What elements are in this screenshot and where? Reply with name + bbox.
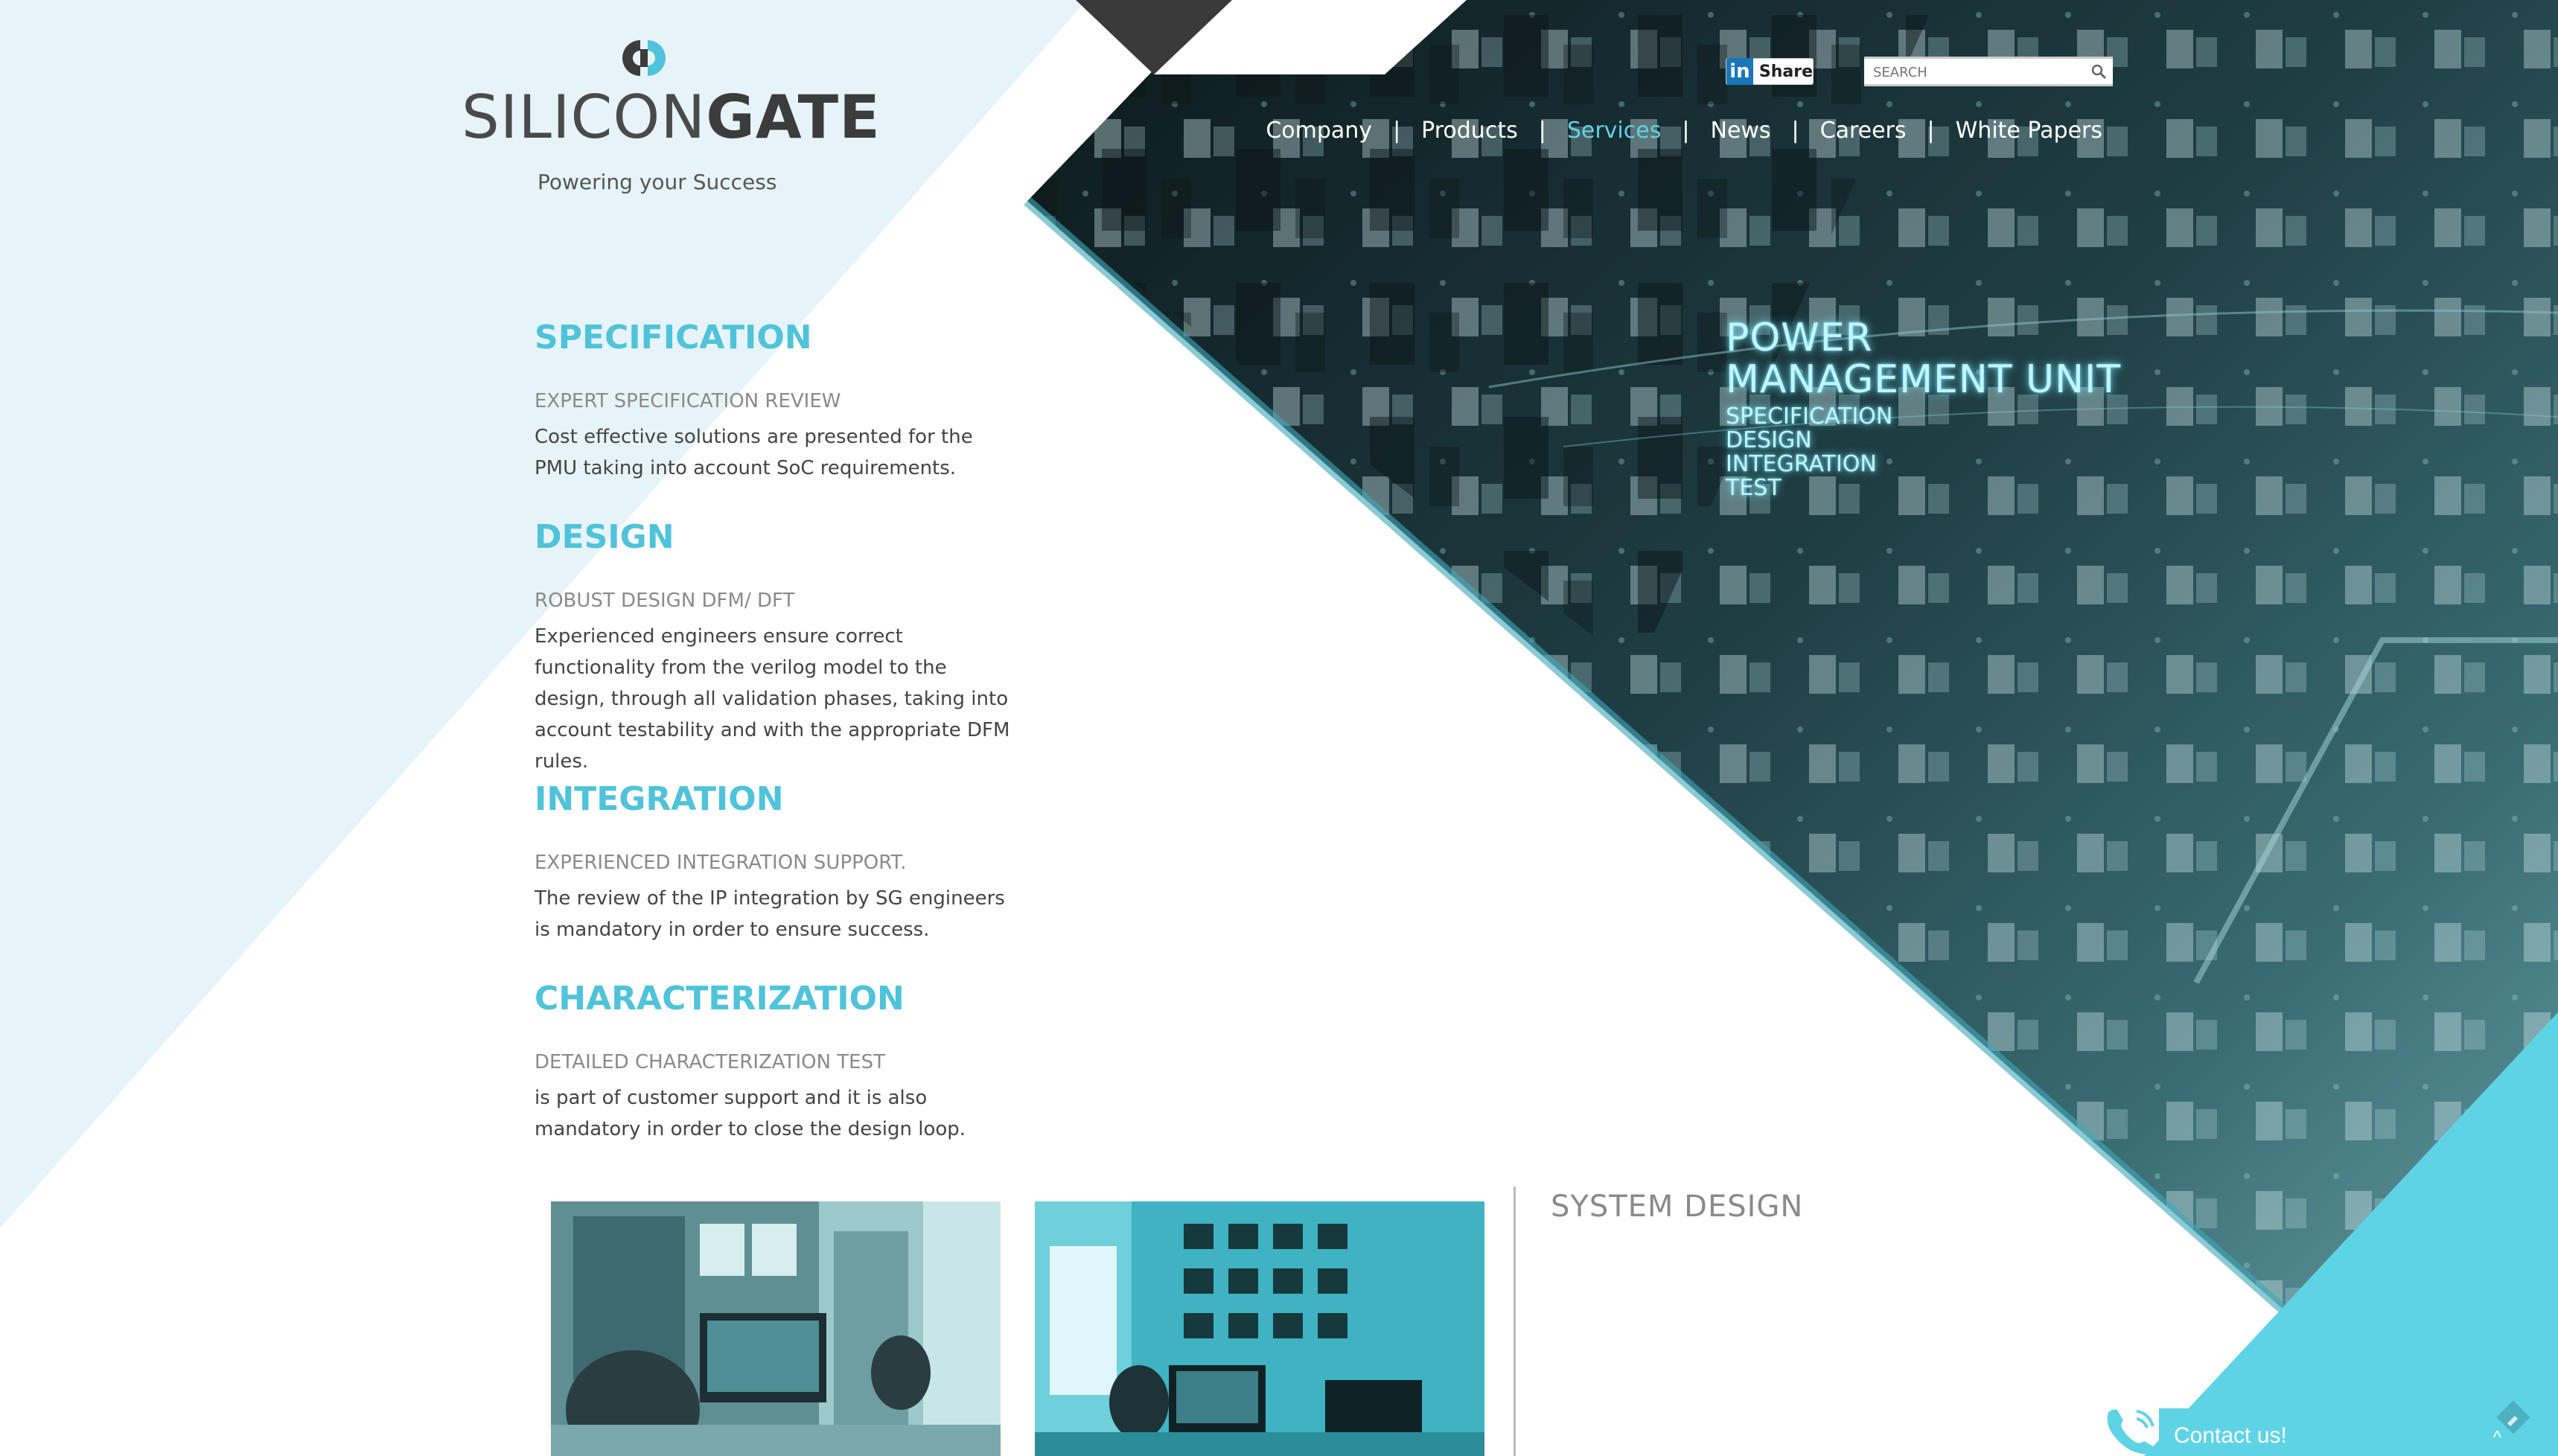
hero-sub-item: DESIGN [1726,427,1812,453]
section-specification: SPECIFICATION EXPERT SPECIFICATION REVIE… [535,322,1011,521]
nav-separator: | [1682,118,1690,144]
section-title: INTEGRATION [535,780,784,818]
nav-separator: | [1538,118,1546,144]
section-design: DESIGN ROBUST DESIGN DFM/ DFT Experience… [535,521,1011,783]
section-subtitle: DETAILED CHARACTERIZATION TEST [535,1051,885,1073]
magnifier-icon[interactable] [2090,63,2107,80]
section-body: Cost effective solutions are presented f… [535,426,973,479]
logo[interactable]: SILICONGATE Powering your Success [462,30,880,194]
office-photo-1 [551,1201,1001,1456]
contact-us-bar[interactable]: Contact us! ^ [2159,1408,2524,1456]
phone-icon[interactable] [2104,1405,2163,1456]
contact-label: Contact us! [2174,1423,2287,1448]
section-subtitle: ROBUST DESIGN DFM/ DFT [535,590,795,612]
logo-text-gate: GATE [706,83,881,152]
search-input[interactable] [1872,62,2083,83]
services-content: SPECIFICATION EXPERT SPECIFICATION REVIE… [535,322,1011,1145]
hero-title-line1: POWER [1726,316,1873,360]
nav-item-company[interactable]: Company [1266,118,1372,144]
section-title: DESIGN [535,518,674,556]
hero-sub-item: INTEGRATION [1726,451,1877,477]
section-subtitle: EXPERT SPECIFICATION REVIEW [535,390,841,412]
pin-icon[interactable] [2492,1396,2534,1438]
hero-sub-item: SPECIFICATION [1726,403,1893,430]
section-characterization: CHARACTERIZATION DETAILED CHARACTERIZATI… [535,983,1011,1145]
linkedin-share-button[interactable]: in Share [1726,58,1814,85]
nav-item-services[interactable]: Services [1567,118,1662,144]
hero-text: POWER MANAGEMENT UNIT SPECIFICATION DESI… [1726,319,2121,500]
tagline: Powering your Success [538,170,777,194]
section-body: is part of customer support and it is al… [535,1087,966,1140]
search-box[interactable] [1864,57,2113,86]
nav-item-white-papers[interactable]: White Papers [1956,118,2102,144]
hero-sub-item: TEST [1726,475,1782,501]
section-body: The review of the IP integration by SG e… [535,887,1005,941]
section-subtitle: EXPERIENCED INTEGRATION SUPPORT. [535,852,907,874]
office-photo-1-image [551,1201,1001,1456]
system-design-title: SYSTEM DESIGN [1551,1190,1804,1224]
nav-item-products[interactable]: Products [1421,118,1518,144]
share-label: Share [1758,62,1813,81]
section-body: Experienced engineers ensure correct fun… [535,625,1010,773]
section-title: SPECIFICATION [535,319,812,357]
hero-subtitle-list: SPECIFICATION DESIGN INTEGRATION TEST [1726,405,2121,500]
office-photo-2 [1035,1201,1484,1456]
logo-mark-icon [622,40,666,76]
hero-title-line2: MANAGEMENT UNIT [1726,357,2122,402]
main-nav: Company | Products | Services | News | C… [1266,118,2102,144]
nav-separator: | [1393,118,1401,144]
column-divider [1514,1187,1516,1456]
linkedin-icon: in [1726,58,1753,85]
office-photo-2-image [1035,1201,1484,1456]
section-integration: INTEGRATION EXPERIENCED INTEGRATION SUPP… [535,783,1011,983]
section-title: CHARACTERIZATION [535,980,905,1018]
logo-wordmark: SILICONGATE [462,88,881,147]
logo-text-silicon: SILICON [462,83,707,152]
nav-item-careers[interactable]: Careers [1820,118,1907,144]
nav-separator: | [1791,118,1799,144]
nav-item-news[interactable]: News [1710,118,1770,144]
nav-separator: | [1927,118,1935,144]
